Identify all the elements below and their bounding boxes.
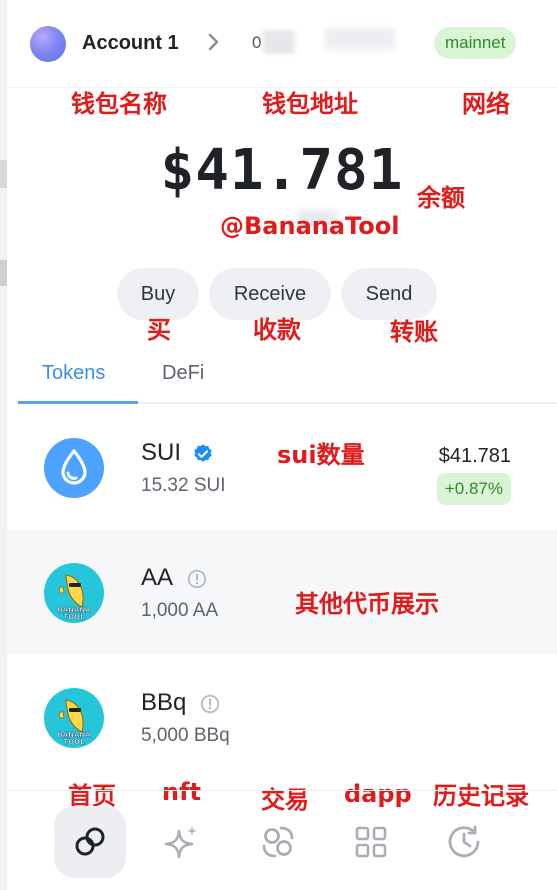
banana-token-icon: BANANA TOOL xyxy=(44,563,104,623)
token-symbol: BBq xyxy=(141,689,187,716)
wallet-address[interactable]: 0 xyxy=(252,33,261,53)
token-row-sui[interactable]: SUI 15.32 SUI sui数量 $41.781 +0.87% xyxy=(7,405,557,529)
annotation-balance: 余额 xyxy=(417,184,465,212)
chevron-right-icon[interactable] xyxy=(201,30,225,54)
wallet-header: Account 1 0 mainnet xyxy=(7,0,557,88)
sparkle-nft-icon xyxy=(164,826,197,859)
sui-token-icon xyxy=(44,438,104,498)
wallet-panel: Account 1 0 mainnet 钱包名称 钱包地址 网络 $41.781… xyxy=(7,0,557,890)
asset-tabs: Tokens DeFi xyxy=(18,350,557,404)
banana-logo-icon: BANANA TOOL xyxy=(57,574,91,621)
nav-history[interactable] xyxy=(428,806,500,878)
account-name[interactable]: Account 1 xyxy=(82,32,179,55)
nav-dapp[interactable] xyxy=(335,806,407,878)
tab-tokens[interactable]: Tokens xyxy=(42,362,105,385)
svg-text:TOOL: TOOL xyxy=(63,738,85,746)
annotation-send: 转账 xyxy=(390,318,438,346)
token-row-bbq[interactable]: BANANA TOOL BBq 5,000 BBq xyxy=(7,655,557,779)
nav-swap[interactable] xyxy=(242,806,314,878)
token-row-aa[interactable]: BANANA TOOL AA 1,000 AA 其他代币展示 xyxy=(7,530,557,654)
active-tab-indicator xyxy=(18,401,138,404)
address-redaction xyxy=(325,28,395,50)
verified-badge-icon xyxy=(194,444,212,462)
banana-token-icon: BANANA TOOL xyxy=(44,688,104,748)
annotation-other-tokens: 其他代币展示 xyxy=(295,590,439,618)
annotation-network: 网络 xyxy=(462,90,510,118)
apps-grid-icon xyxy=(355,826,387,858)
token-amount: 15.32 SUI xyxy=(141,475,226,496)
token-usd-value: $41.781 xyxy=(438,445,511,467)
home-icon xyxy=(75,827,105,856)
annotation-receive: 收款 xyxy=(253,316,301,344)
background-element xyxy=(0,160,7,188)
annotation-buy: 买 xyxy=(147,316,171,344)
token-amount: 5,000 BBq xyxy=(141,725,230,746)
annotation-handle: @BananaTool xyxy=(220,212,400,240)
annotation-wallet-address: 钱包地址 xyxy=(262,90,358,118)
account-avatar[interactable] xyxy=(30,26,66,62)
token-symbol: SUI xyxy=(141,439,182,466)
token-symbol: AA xyxy=(141,564,174,591)
banana-logo-icon: BANANA TOOL xyxy=(57,699,91,746)
swap-icon xyxy=(262,826,294,858)
svg-text:TOOL: TOOL xyxy=(63,613,85,621)
total-balance: $41.781 xyxy=(160,138,404,203)
bottom-nav xyxy=(7,790,557,890)
network-badge[interactable]: mainnet xyxy=(434,27,517,59)
info-circle-icon[interactable] xyxy=(186,568,208,590)
price-change-badge: +0.87% xyxy=(436,473,511,505)
background-element xyxy=(0,260,7,286)
annotation-wallet-name: 钱包名称 xyxy=(71,90,167,118)
droplet-icon xyxy=(61,449,87,485)
info-circle-icon[interactable] xyxy=(199,693,221,715)
token-amount: 1,000 AA xyxy=(141,600,219,621)
tab-defi[interactable]: DeFi xyxy=(162,362,204,385)
history-clock-icon xyxy=(448,825,480,858)
background-window xyxy=(0,0,7,890)
nav-nft[interactable] xyxy=(146,806,218,878)
address-redaction xyxy=(263,30,295,54)
nav-home[interactable] xyxy=(54,806,126,878)
annotation-sui-quantity: sui数量 xyxy=(277,441,365,469)
